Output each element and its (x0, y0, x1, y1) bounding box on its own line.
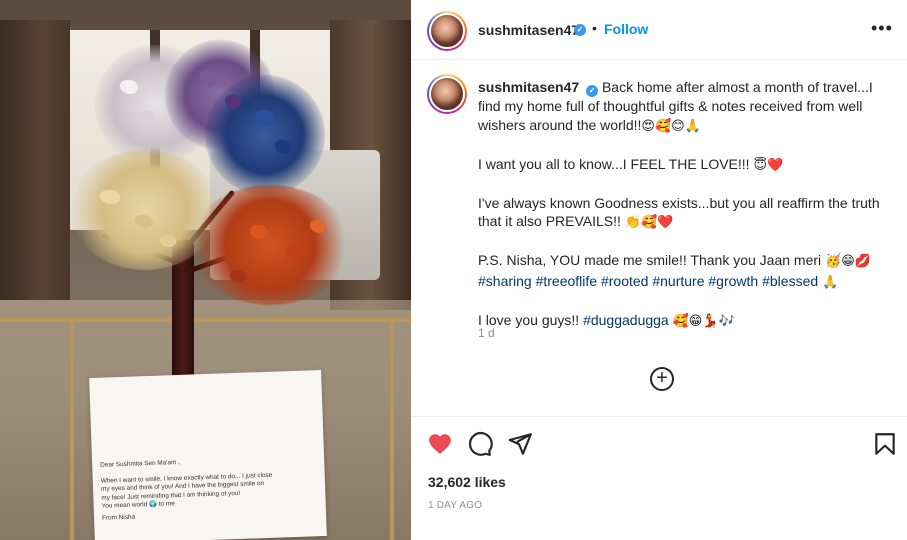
action-bar: 32,602 likes 1 DAY AGO (411, 416, 907, 540)
gem-cluster-carnelian (190, 185, 350, 305)
caption-paragraph: I've always known Goodness exists...but … (478, 194, 888, 233)
gem (120, 80, 138, 94)
caption-emoji: 🙏 (822, 274, 839, 290)
post-date[interactable]: 1 DAY AGO (428, 500, 482, 511)
post-header: sushmitasen47 ✓ • Follow ••• (411, 0, 907, 60)
avatar-image (429, 13, 465, 49)
caption-emoji: 😍🥰😊🙏 (641, 118, 701, 134)
caption-paragraph: I want you all to know...I FEEL THE LOVE… (478, 155, 888, 176)
caption-username[interactable]: sushmitasen47 (478, 79, 579, 95)
follow-button[interactable]: Follow (604, 21, 648, 37)
caption-emoji: 🥰😁💃🎶 (672, 313, 735, 329)
hashtag-link[interactable]: #treeoflife (536, 273, 597, 289)
caption-timestamp: 1 d (478, 326, 495, 340)
add-comment-icon[interactable]: + (650, 367, 674, 391)
post-side-panel: sushmitasen47 ✓ • Follow ••• sushmitasen… (411, 0, 907, 540)
gem (200, 70, 218, 86)
caption-emoji: 😇❤️ (753, 157, 784, 173)
verified-icon: ✓ (574, 24, 586, 36)
hashtag-link[interactable]: #growth (708, 273, 758, 289)
gem (225, 95, 241, 109)
gem (255, 110, 275, 126)
gem (230, 270, 246, 283)
gem (275, 140, 291, 154)
gem (140, 110, 156, 122)
hashtag-link[interactable]: #sharing (478, 273, 532, 289)
handwritten-note: Dear Sushmita Sen Ma'am , When I want to… (89, 370, 327, 540)
likes-count[interactable]: 32,602 likes (428, 474, 506, 490)
caption-emoji: 🥳😁💋 (825, 254, 871, 269)
avatar[interactable] (427, 11, 467, 51)
caption-area: sushmitasen47 ✓ Back home after almost a… (411, 60, 907, 415)
photo-table-leg (70, 318, 74, 540)
verified-icon: ✓ (586, 85, 599, 97)
like-heart-icon[interactable] (427, 431, 453, 457)
hashtag-link[interactable]: #rooted (601, 273, 648, 289)
gem (250, 225, 268, 239)
hashtag-link[interactable]: #nurture (652, 273, 704, 289)
gem (160, 235, 176, 247)
caption-text: P.S. Nisha, YOU made me smile!! Thank yo… (478, 252, 822, 268)
hashtag-link[interactable]: #duggadugga (583, 312, 669, 328)
avatar-image (429, 76, 465, 112)
bookmark-icon[interactable] (872, 431, 898, 457)
gem (100, 190, 120, 204)
caption-paragraph: sushmitasen47 ✓ Back home after almost a… (478, 78, 888, 136)
more-options-icon[interactable]: ••• (871, 18, 893, 39)
photo-cabinet (0, 20, 70, 300)
comment-icon[interactable] (467, 431, 493, 457)
caption-paragraph: I love you guys!! #duggadugga 🥰😁💃🎶 (478, 311, 888, 332)
share-icon[interactable] (507, 431, 533, 457)
photo-table-leg (390, 318, 394, 540)
caption-paragraph: P.S. Nisha, YOU made me smile!! Thank yo… (478, 251, 888, 292)
gem (310, 220, 326, 233)
caption-emoji: 👏🥰❤️ (624, 215, 674, 230)
post-caption: sushmitasen47 ✓ Back home after almost a… (478, 78, 888, 350)
post-photo[interactable]: Dear Sushmita Sen Ma'am , When I want to… (0, 0, 411, 540)
header-username[interactable]: sushmitasen47 (478, 22, 579, 38)
caption-text: I want you all to know...I FEEL THE LOVE… (478, 155, 750, 172)
caption-text: I've always known Goodness exists...but … (478, 194, 880, 230)
hashtag-link[interactable]: #blessed (762, 273, 818, 289)
note-greeting: Dear Sushmita Sen Ma'am , (100, 458, 181, 469)
caption-avatar[interactable] (427, 74, 467, 114)
gem-cluster-lapis (205, 75, 325, 195)
gem (285, 245, 303, 259)
gem (135, 215, 153, 228)
photo-table-rim (0, 318, 411, 322)
separator-dot: • (592, 20, 597, 36)
